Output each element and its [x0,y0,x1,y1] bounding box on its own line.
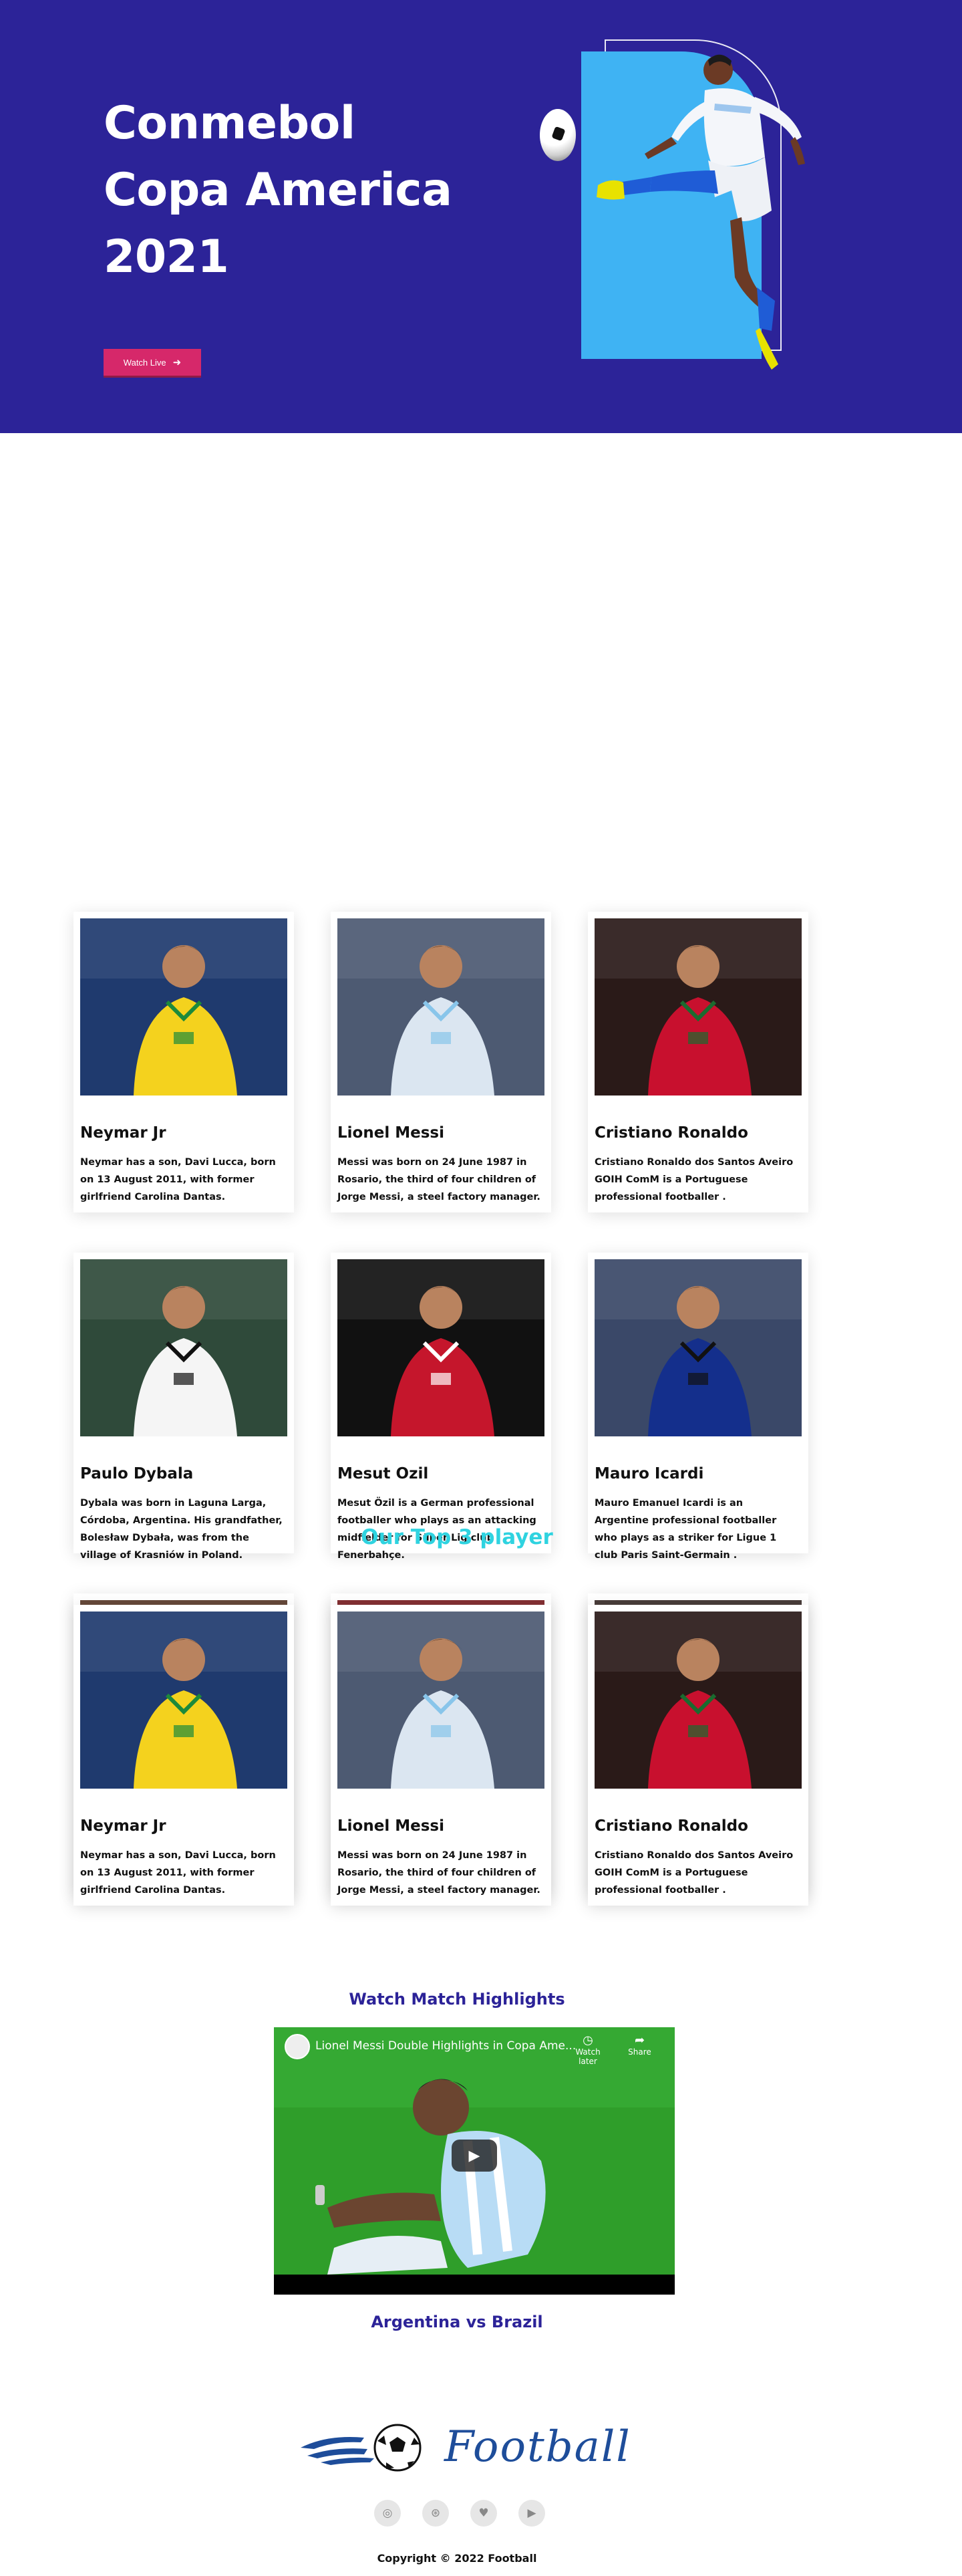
player-card[interactable]: Paulo Dybala Dybala was born in Laguna La… [73,1253,294,1561]
player-photo [337,1612,544,1789]
share-icon: ➦ [634,2033,645,2047]
player-photo [595,1259,802,1436]
play-icon: ▶ [468,2147,480,2164]
player-photo [595,918,802,1096]
hero-title-line-2: Copa America [104,164,452,217]
clock-icon: ◷ [583,2033,593,2047]
kicking-player-image [597,54,805,370]
top3-title: Our Top 3 player [361,1525,553,1549]
player-photo [337,1259,544,1436]
watch-later-label: Watch later [575,2047,601,2066]
player-photo [80,918,287,1096]
player-name: Cristiano Ronaldo [595,1124,748,1142]
player-name: Paulo Dybala [80,1465,194,1483]
player-bio: Messi was born on 24 June 1987 in Rosari… [337,1850,540,1896]
player-name: Neymar Jr [80,1817,166,1835]
twitter-icon[interactable]: ♥ [470,2500,497,2527]
player-card[interactable]: Cristiano Ronaldo Cristiano Ronaldo dos S… [588,1605,808,1906]
player-card[interactable]: Lionel Messi Messi was born on 24 June 19… [331,1605,551,1906]
player-bio: Neymar has a son, Davi Lucca, born on 13… [80,1850,276,1896]
share-button[interactable]: ➦ Share [625,2034,655,2057]
player-card[interactable]: Mauro Icardi Mauro Emanuel Icardi is an A… [588,1253,808,1561]
player-photo [80,1259,287,1436]
play-button[interactable]: ▶ [452,2140,497,2172]
player-photo [80,1612,287,1789]
player-card[interactable]: Lionel Messi Messi was born on 24 June 19… [331,912,551,1212]
player-photo [337,918,544,1096]
watch-later-button[interactable]: ◷ Watch later [568,2033,608,2067]
player-card[interactable]: Cristiano Ronaldo Cristiano Ronaldo dos S… [588,912,808,1212]
player-bio: Messi was born on 24 June 1987 in Rosari… [337,1157,540,1202]
watch-live-label: Watch Live [123,357,166,368]
logo-text: Football [444,2422,631,2472]
channel-avatar[interactable] [285,2034,310,2059]
share-label: Share [628,2047,651,2057]
copyright-text: Copyright © 2022 Football [377,2552,537,2565]
player-card[interactable]: Mesut Ozil Mesut Özil is a German profess… [331,1253,551,1561]
social-links: ◎ ⊛ ♥ ▶ [374,2500,545,2527]
hero-title-line-1: Conmebol [104,97,355,150]
player-bio: Neymar has a son, Davi Lucca, born on 13… [80,1157,276,1202]
player-bio: Cristiano Ronaldo dos Santos Aveiro GOIH… [595,1850,794,1896]
player-name: Lionel Messi [337,1124,444,1142]
player-card[interactable]: Neymar Jr Neymar has a son, Davi Lucca, b… [73,1605,294,1906]
player-name: Neymar Jr [80,1124,166,1142]
watch-live-button[interactable]: Watch Live ➜ [104,349,201,376]
hero-illustration [534,37,842,384]
hero-title-line-3: 2021 [104,231,229,283]
hero-banner: Conmebol Copa America 2021 Watch Live ➜ [0,0,962,433]
youtube-icon[interactable]: ▶ [518,2500,545,2527]
player-name: Mauro Icardi [595,1465,704,1483]
logo-ball-icon [301,2424,422,2472]
player-name: Cristiano Ronaldo [595,1817,748,1835]
match-title: Argentina vs Brazil [371,2313,543,2331]
player-photo [595,1612,802,1789]
instagram-icon[interactable]: ◎ [374,2500,401,2527]
hero-title: Conmebol Copa America 2021 [104,90,478,291]
dribbble-icon[interactable]: ⊛ [422,2500,449,2527]
video-player[interactable]: Lionel Messi Double Highlights in Copa A… [274,2027,675,2295]
player-name: Mesut Ozil [337,1465,429,1483]
player-name: Lionel Messi [337,1817,444,1835]
player-card[interactable]: Neymar Jr Neymar has a son, Davi Lucca, b… [73,912,294,1212]
video-title[interactable]: Lionel Messi Double Highlights in Copa A… [315,2039,576,2053]
arrow-right-icon: ➜ [172,357,182,368]
football-logo[interactable]: Football [301,2421,630,2474]
highlights-title: Watch Match Highlights [349,1990,565,2009]
player-bio: Cristiano Ronaldo dos Santos Aveiro GOIH… [595,1157,794,1202]
soccer-ball-icon [540,109,576,161]
